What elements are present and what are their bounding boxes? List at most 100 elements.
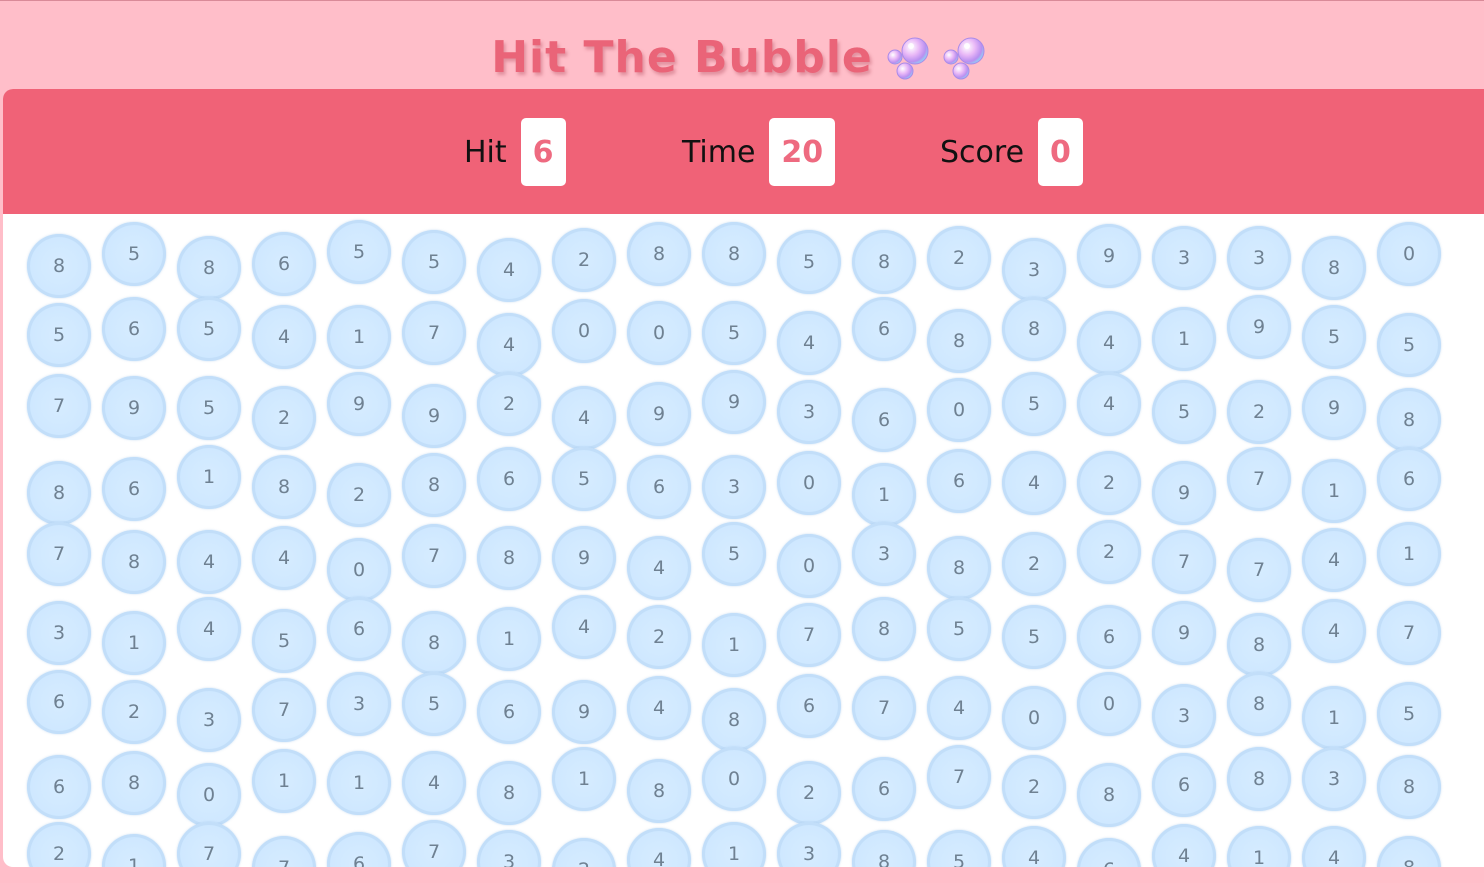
bubble[interactable]: 8	[627, 759, 691, 823]
bubble[interactable]: 5	[1377, 682, 1441, 746]
bubble[interactable]: 7	[27, 522, 91, 586]
bubble[interactable]: 0	[1002, 686, 1066, 750]
bubble[interactable]: 4	[402, 751, 466, 815]
bubble[interactable]: 3	[777, 822, 841, 867]
bubble[interactable]: 8	[927, 536, 991, 600]
bubble[interactable]: 0	[777, 534, 841, 598]
bubble[interactable]: 1	[552, 747, 616, 811]
bubble[interactable]: 9	[552, 680, 616, 744]
bubble[interactable]: 5	[1002, 605, 1066, 669]
bubble[interactable]: 8	[1227, 613, 1291, 677]
bubble[interactable]: 2	[1077, 451, 1141, 515]
bubble[interactable]: 2	[927, 226, 991, 290]
bubble[interactable]: 6	[1152, 753, 1216, 817]
bubble[interactable]: 9	[1152, 461, 1216, 525]
bubble[interactable]: 8	[1377, 836, 1441, 867]
bubble[interactable]: 1	[702, 822, 766, 867]
bubble[interactable]: 7	[777, 603, 841, 667]
bubble[interactable]: 3	[852, 522, 916, 586]
bubble[interactable]: 0	[927, 378, 991, 442]
bubble[interactable]: 4	[477, 313, 541, 377]
bubble[interactable]: 0	[627, 301, 691, 365]
bubble[interactable]: 9	[1227, 295, 1291, 359]
bubble[interactable]: 1	[1302, 686, 1366, 750]
bubble[interactable]: 8	[402, 611, 466, 675]
bubble[interactable]: 6	[927, 449, 991, 513]
bubble[interactable]: 6	[852, 757, 916, 821]
bubble[interactable]: 1	[252, 749, 316, 813]
bubble[interactable]: 3	[1002, 238, 1066, 302]
bubble[interactable]: 4	[552, 595, 616, 659]
bubble[interactable]: 7	[402, 301, 466, 365]
bubble[interactable]: 3	[702, 455, 766, 519]
bubble[interactable]: 6	[1077, 605, 1141, 669]
bubble[interactable]: 3	[1152, 226, 1216, 290]
bubble[interactable]: 6	[327, 832, 391, 867]
bubble[interactable]: 5	[702, 522, 766, 586]
bubble[interactable]: 6	[27, 670, 91, 734]
bubble[interactable]: 0	[777, 451, 841, 515]
bubble[interactable]: 1	[327, 305, 391, 369]
bubble[interactable]: 3	[777, 380, 841, 444]
bubble[interactable]: 1	[477, 607, 541, 671]
bubble[interactable]: 6	[477, 680, 541, 744]
bubble[interactable]: 5	[177, 376, 241, 440]
bubble[interactable]: 1	[1152, 307, 1216, 371]
bubble[interactable]: 8	[477, 761, 541, 825]
bubble[interactable]: 3	[177, 688, 241, 752]
bubble[interactable]: 7	[1227, 538, 1291, 602]
bubble[interactable]: 1	[102, 834, 166, 867]
bubble[interactable]: 6	[852, 297, 916, 361]
bubble[interactable]: 2	[1002, 755, 1066, 819]
bubble[interactable]: 9	[402, 384, 466, 448]
bubble[interactable]: 4	[1002, 826, 1066, 867]
bubble[interactable]: 5	[327, 220, 391, 284]
bubble[interactable]: 4	[1077, 311, 1141, 375]
bubble[interactable]: 8	[102, 530, 166, 594]
bubble[interactable]: 5	[927, 830, 991, 867]
bubble[interactable]: 7	[1377, 601, 1441, 665]
bubble[interactable]: 9	[552, 526, 616, 590]
bubble[interactable]: 8	[177, 236, 241, 300]
bubble[interactable]: 6	[477, 447, 541, 511]
bubble[interactable]: 7	[177, 822, 241, 867]
bubble[interactable]: 5	[777, 230, 841, 294]
bubble[interactable]: 6	[1377, 447, 1441, 511]
bubble[interactable]: 4	[1077, 372, 1141, 436]
bubble[interactable]: 4	[177, 530, 241, 594]
bubble[interactable]: 6	[1077, 838, 1141, 867]
bubble[interactable]: 8	[1077, 763, 1141, 827]
bubble[interactable]: 5	[1377, 313, 1441, 377]
bubble[interactable]: 6	[27, 755, 91, 819]
bubble[interactable]: 5	[27, 303, 91, 367]
bubble[interactable]: 7	[27, 374, 91, 438]
bubble[interactable]: 1	[327, 751, 391, 815]
bubble[interactable]: 8	[852, 597, 916, 661]
bubble[interactable]: 8	[252, 455, 316, 519]
bubble[interactable]: 1	[1302, 459, 1366, 523]
bubble[interactable]: 0	[552, 299, 616, 363]
bubble[interactable]: 3	[27, 601, 91, 665]
bubble[interactable]: 4	[177, 597, 241, 661]
bubble[interactable]: 7	[927, 745, 991, 809]
bubble[interactable]: 2	[252, 386, 316, 450]
bubble[interactable]: 6	[327, 597, 391, 661]
bubble[interactable]: 5	[252, 609, 316, 673]
bubble[interactable]: 9	[327, 372, 391, 436]
bubble[interactable]: 2	[1227, 380, 1291, 444]
bubble[interactable]: 3	[327, 672, 391, 736]
bubble[interactable]: 8	[402, 453, 466, 517]
bubble[interactable]: 1	[852, 463, 916, 527]
bubble[interactable]: 5	[402, 672, 466, 736]
bubble[interactable]: 1	[102, 611, 166, 675]
bubble[interactable]: 6	[777, 674, 841, 738]
bubble[interactable]: 2	[552, 228, 616, 292]
bubble[interactable]: 3	[1152, 684, 1216, 748]
bubble[interactable]: 8	[1302, 236, 1366, 300]
bubble[interactable]: 4	[1002, 451, 1066, 515]
bubble[interactable]: 4	[1302, 528, 1366, 592]
bubble[interactable]: 7	[1227, 447, 1291, 511]
bubble[interactable]: 5	[552, 447, 616, 511]
bubble[interactable]: 5	[927, 597, 991, 661]
bubble[interactable]: 4	[552, 386, 616, 450]
